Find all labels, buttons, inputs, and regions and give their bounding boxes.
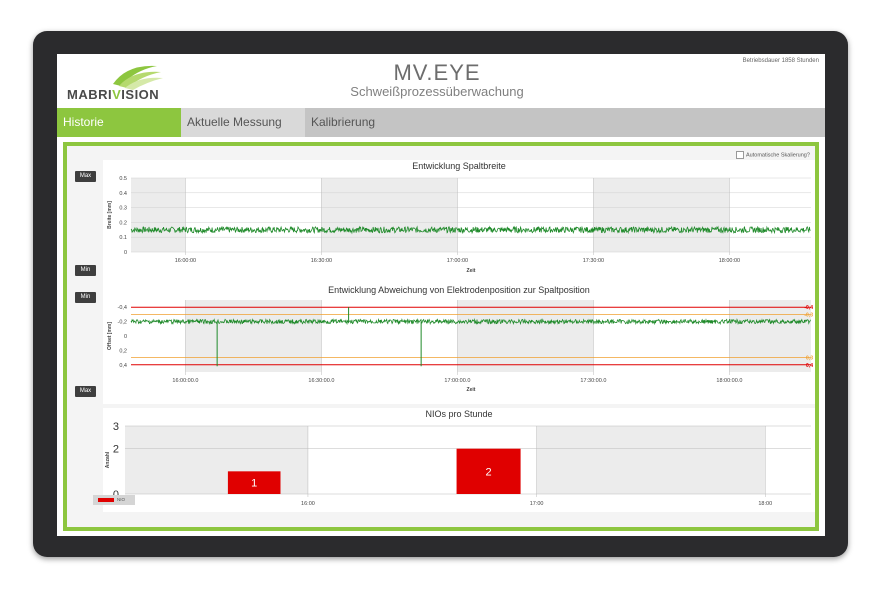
chart1-ytick: 0.5 [119,176,127,182]
chart1-xtick: 18:00:00 [719,258,740,264]
chart3-xtick: 17:00 [530,501,544,507]
chart1-ytick: 0.4 [119,191,127,197]
tab-historie[interactable]: Historie [57,108,181,137]
chart2-svg: -0,4 -0,2 0 0,2 0,4 16:00:00.0 16:30:00.0 17:00… [107,300,813,393]
app-header: MABRIVISION MV.EYE Schweißprozessüberwac… [57,54,825,106]
chart1-band [321,178,458,252]
chart1-min-button[interactable]: Min [75,265,96,276]
tab-aktuelle-messung[interactable]: Aktuelle Messung [181,108,305,137]
chart2-band [729,300,811,372]
chart1-xtick: 17:30:00 [583,258,604,264]
mabrivision-logo: MABRIVISION [65,60,177,102]
chart3-bar-label: 1 [251,478,257,490]
checkbox-icon [736,151,744,159]
chart2-series-line [130,317,811,326]
chart1-max-button[interactable]: Max [75,171,96,182]
chart2-max-button[interactable]: Max [75,386,96,397]
chart1-ytick: 0 [124,250,127,256]
chart2-limit-label: -0,4 [804,305,813,311]
logo-text: MABRIVISION [67,87,160,102]
chart3-svg: 32016:0017:0018:00Anzahl12 [105,421,811,507]
chart-spaltbreite: Entwicklung Spaltbreite 0.5 0.4 0.3 0.2 0.1 0… [103,160,815,284]
chart3-xtick: 16:00 [301,501,315,507]
chart3-band [536,426,766,494]
tab-bar: Historie Aktuelle Messung Kalibrierung [57,108,825,137]
app-subtitle: Schweißprozessüberwachung [350,84,524,99]
chart3-legend: NIO [93,495,135,505]
chart2-min-button[interactable]: Min [75,292,96,303]
chart2-xtick: 17:00:00.0 [444,378,470,384]
chart2-xlabel: Zeit [467,387,476,393]
chart3-ytick: 3 [113,421,119,433]
chart3-xtick: 18:00 [758,501,772,507]
chart2-limit-label: -0,3 [804,312,813,318]
app-title: MV.EYE [393,60,481,85]
chart3-ylabel: Anzahl [105,451,111,468]
chart2-limit-label: 0,4 [806,363,813,369]
legend-swatch-nio [98,498,114,502]
chart3-ytick: 2 [113,444,119,456]
chart-nios: NIOs pro Stunde 32016:0017:0018:00Anzahl… [103,408,815,512]
chart2-ytick: 0,4 [119,363,127,369]
chart1-xtick: 16:00:00 [175,258,196,264]
chart2-xtick: 16:00:00.0 [172,378,198,384]
chart1-ylabel: Breite [mm] [107,201,113,229]
chart-offset: Entwicklung Abweichung von Elektrodenpos… [103,284,815,404]
chart3-band [125,426,308,494]
operating-hours: Betriebsdauer 1858 Stunden [742,58,819,64]
chart2-xtick: 16:30:00.0 [308,378,334,384]
app-screen: MABRIVISION MV.EYE Schweißprozessüberwac… [57,54,825,536]
chart1-xtick: 17:00:00 [447,258,468,264]
chart2-ytick: -0,2 [118,320,127,326]
auto-scale-checkbox[interactable]: Automatische Skalierung? [736,151,810,159]
chart2-xtick: 17:30:00.0 [580,378,606,384]
tab-kalibrierung[interactable]: Kalibrierung [305,108,825,137]
chart2-band [457,300,594,372]
chart1-ytick: 0.3 [119,206,127,212]
chart1-ytick: 0.1 [119,235,127,241]
chart1-ytick: 0.2 [119,220,127,226]
chart2-ytick: 0 [124,334,127,340]
chart1-xlabel: Zeit [467,268,476,274]
legend-label-nio: NIO [117,497,126,502]
chart3-bar-label: 2 [486,466,492,478]
chart2-band [185,300,322,372]
chart1-band [593,178,730,252]
chart2-limit-label: 0,3 [806,356,813,362]
chart2-ytick: 0,2 [119,348,127,354]
chart2-ytick: -0,4 [118,305,127,311]
chart1-band [131,178,186,252]
chart1-xtick: 16:30:00 [311,258,332,264]
chart1-svg: 0.5 0.4 0.3 0.2 0.1 0 16:00:00 16:30:00 17:00:00… [107,176,811,274]
auto-scale-label: Automatische Skalierung? [746,152,810,159]
chart2-ylabel: Offset [mm] [107,322,113,350]
historie-panel: Automatische Skalierung? Max Min Min Max… [63,142,819,531]
chart2-xtick: 18:00:00.0 [716,378,742,384]
